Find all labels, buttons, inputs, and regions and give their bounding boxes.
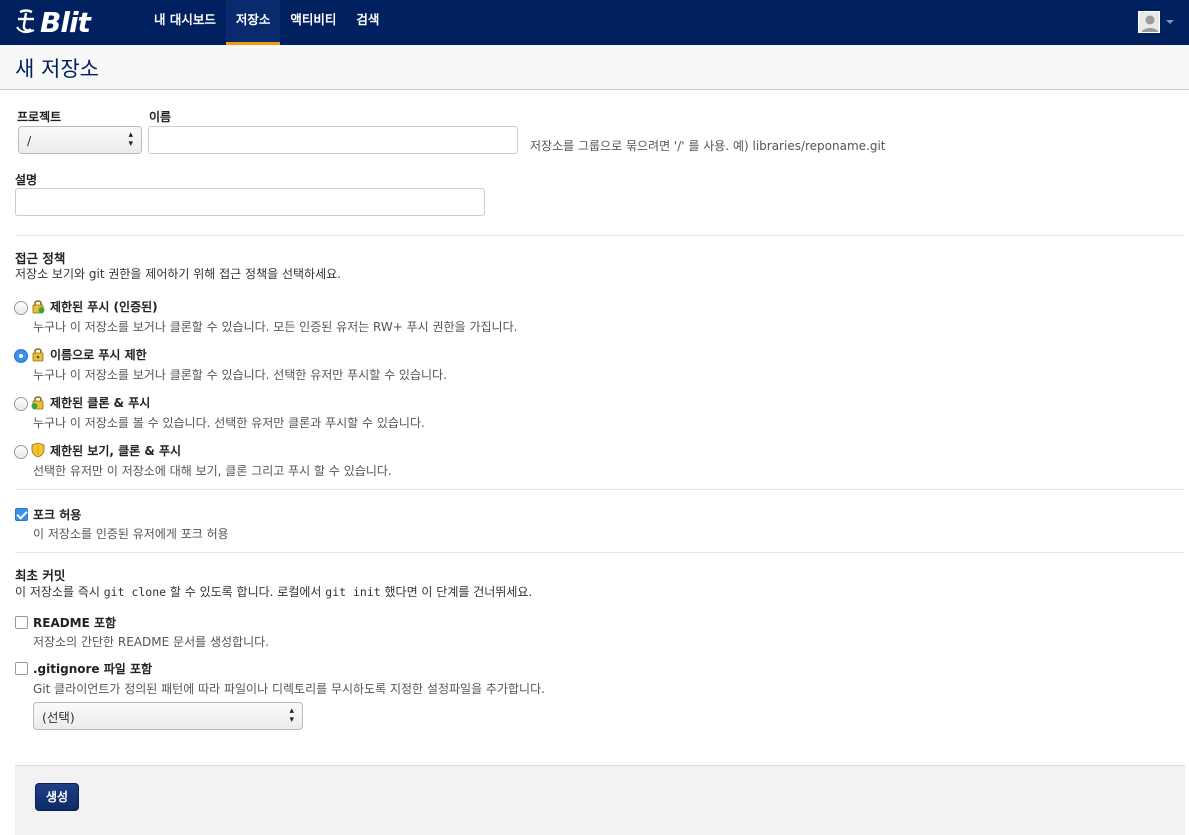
- git-init-code: git init: [325, 585, 381, 599]
- access-option-4-radio[interactable]: [14, 445, 28, 459]
- access-option-3-desc: 누구나 이 저장소를 볼 수 있습니다. 선택한 유저만 클론과 푸시할 수 있…: [33, 416, 425, 430]
- brand-name: Blit: [40, 5, 91, 39]
- access-option-2-radio[interactable]: [14, 349, 28, 363]
- access-option-4-title: 제한된 보기, 클론 & 푸시: [50, 444, 182, 458]
- nav-repositories[interactable]: 저장소: [225, 0, 281, 45]
- access-option-1-radio[interactable]: [14, 301, 28, 315]
- user-menu[interactable]: [1138, 11, 1174, 33]
- name-help-text: 저장소를 그룹으로 묶으려면 '/' 를 사용. 예) libraries/re…: [530, 139, 886, 153]
- form-actions: 생성: [15, 765, 1185, 835]
- gitignore-checkbox[interactable]: [15, 662, 28, 675]
- access-option-3-title: 제한된 클론 & 푸시: [50, 396, 151, 410]
- description-label: 설명: [15, 173, 38, 187]
- initial-commit-desc-part: 할 수 있도록 합니다. 로컬에서: [169, 585, 322, 599]
- nav-activity[interactable]: 액티비티: [280, 0, 346, 45]
- page-title: 새 저장소: [15, 57, 99, 81]
- shield-icon: [31, 442, 45, 458]
- readme-title: README 포함: [33, 616, 117, 630]
- select-arrows-icon: ▴ ▾: [128, 130, 133, 149]
- initial-commit-desc-part: 이 저장소를 즉시: [15, 585, 100, 599]
- access-option-1-desc: 누구나 이 저장소를 보거나 클론할 수 있습니다. 모든 인증된 유저는 RW…: [33, 320, 518, 334]
- lock-icon: [31, 396, 44, 410]
- page-header: 새 저장소: [0, 45, 1189, 90]
- nav-dashboard[interactable]: 내 대시보드: [144, 0, 226, 45]
- allow-fork-desc: 이 저장소를 인증된 유저에게 포크 허용: [33, 527, 229, 541]
- gitignore-desc: Git 클라이언트가 정의된 패턴에 따라 파일이나 디렉토리를 무시하도록 지…: [33, 682, 545, 696]
- access-policy-desc: 저장소 보기와 git 권한을 제어하기 위해 접근 정책을 선택하세요.: [15, 267, 341, 281]
- nav-search[interactable]: 검색: [346, 0, 389, 45]
- lock-icon: [32, 300, 45, 314]
- lock-icon: [32, 348, 44, 362]
- access-option-2-desc: 누구나 이 저장소를 보거나 클론할 수 있습니다. 선택한 유저만 푸시할 수…: [33, 368, 447, 382]
- divider: [15, 489, 1185, 490]
- access-option-3-radio[interactable]: [14, 397, 28, 411]
- main-nav: 내 대시보드 저장소 액티비티 검색: [144, 0, 389, 45]
- divider: [15, 235, 1185, 236]
- name-label: 이름: [149, 110, 172, 124]
- project-label: 프로젝트: [17, 110, 62, 124]
- brand-logo[interactable]: Blit: [14, 5, 91, 39]
- gitignore-title: .gitignore 파일 포함: [33, 662, 153, 676]
- user-silhouette-icon: [1141, 15, 1159, 32]
- avatar: [1138, 11, 1160, 33]
- allow-fork-title: 포크 허용: [33, 508, 82, 522]
- create-button[interactable]: 생성: [35, 783, 79, 811]
- readme-checkbox[interactable]: [15, 616, 28, 629]
- readme-desc: 저장소의 간단한 README 문서를 생성합니다.: [33, 635, 269, 649]
- allow-fork-checkbox[interactable]: [15, 508, 28, 521]
- gitignore-select[interactable]: (선택) ▴ ▾: [33, 702, 303, 730]
- divider: [15, 552, 1185, 553]
- initial-commit-desc-part: 했다면 이 단계를 건너뛰세요.: [384, 585, 533, 599]
- access-option-2-title: 이름으로 푸시 제한: [50, 348, 147, 362]
- description-input[interactable]: [15, 188, 485, 216]
- chevron-down-icon: [1166, 20, 1174, 24]
- select-arrows-icon: ▴ ▾: [289, 706, 294, 725]
- project-select[interactable]: / ▴ ▾: [18, 126, 142, 154]
- git-clone-code: git clone: [103, 585, 167, 599]
- top-navbar: Blit 내 대시보드 저장소 액티비티 검색: [0, 0, 1189, 45]
- gitignore-select-value: (선택): [42, 709, 75, 725]
- initial-commit-desc: 이 저장소를 즉시 git clone 할 수 있도록 합니다. 로컬에서 gi…: [15, 583, 532, 600]
- access-option-1-title: 제한된 푸시 (인증된): [50, 300, 158, 314]
- logo-mark-icon: [16, 9, 35, 34]
- initial-commit-title: 최초 커밋: [15, 568, 66, 583]
- repository-name-input[interactable]: [148, 126, 518, 154]
- access-option-4-desc: 선택한 유저만 이 저장소에 대해 보기, 클론 그리고 푸시 할 수 있습니다…: [33, 464, 392, 478]
- project-select-value: /: [27, 132, 32, 148]
